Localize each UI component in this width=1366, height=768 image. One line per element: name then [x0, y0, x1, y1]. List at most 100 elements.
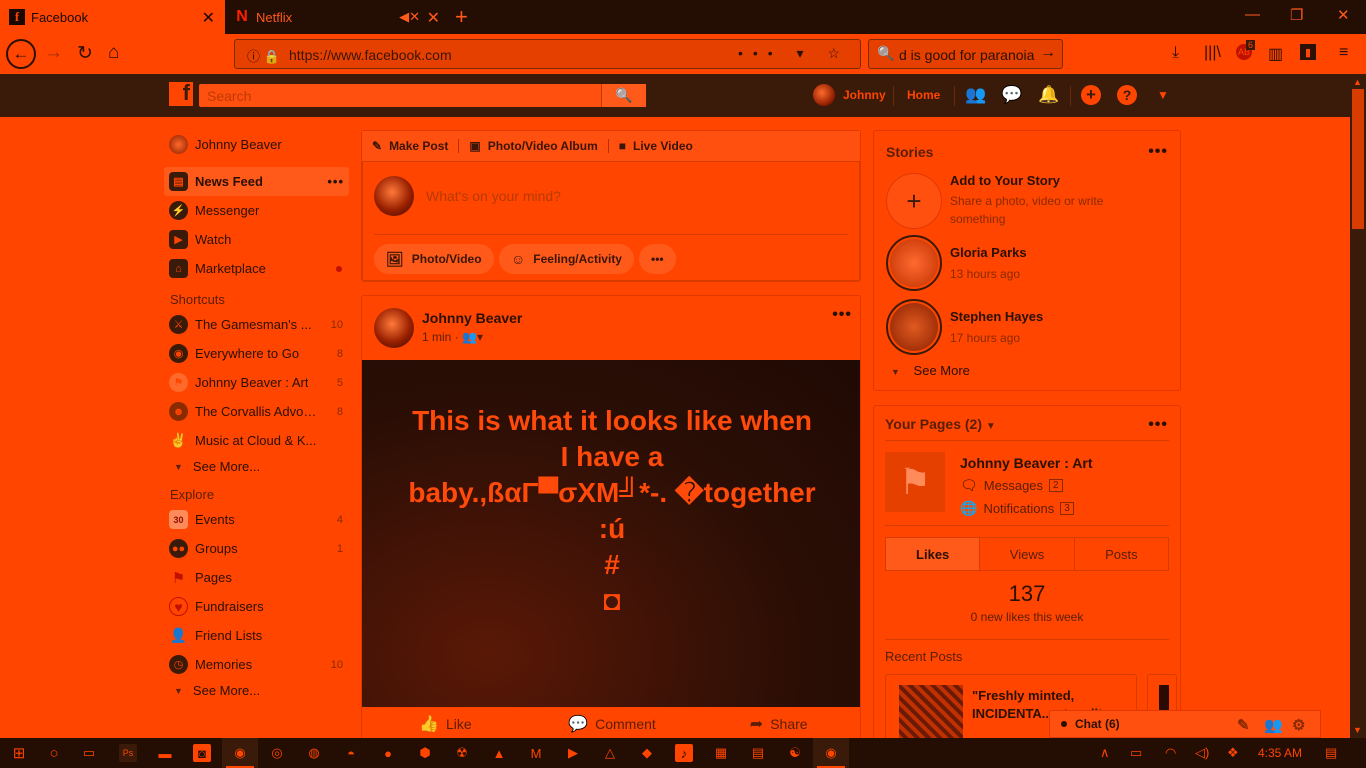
facebook-search[interactable] [199, 84, 601, 107]
feeling-activity-button[interactable]: ☺ Feeling/Activity [499, 244, 634, 274]
tab-photo-album[interactable]: ▣ Photo/Video Album [469, 139, 597, 153]
app-icon[interactable]: ▲ [490, 744, 508, 762]
story-item[interactable]: Gloria Parks 13 hours ago [886, 235, 1166, 291]
add-story[interactable]: + Add to Your Story Share a photo, video… [886, 173, 1166, 229]
app-icon[interactable]: ⬢ [416, 744, 434, 762]
home-link[interactable]: Home [907, 88, 940, 102]
scrollbar-thumb[interactable] [1352, 89, 1364, 229]
tab-posts[interactable]: Posts [1075, 538, 1168, 570]
page-name[interactable]: Johnny Beaver : Art [960, 455, 1093, 471]
menu-icon[interactable]: ≡ [1339, 44, 1348, 62]
facebook-logo-icon[interactable]: f [169, 80, 193, 106]
search-icon[interactable]: 🔍 [601, 84, 646, 107]
site-info-icon[interactable]: ⓘ 🔒 [247, 46, 280, 65]
app-icon[interactable]: ▦ [712, 744, 730, 762]
tab-netflix[interactable]: N Netflix ◀✕ ✕ [225, 0, 450, 34]
photoshop-icon[interactable]: Ps [119, 744, 137, 762]
restore-button[interactable]: ❐ [1290, 6, 1303, 24]
messenger-icon[interactable]: 💬 [1001, 85, 1022, 105]
create-icon[interactable]: + [1081, 85, 1101, 105]
tab-make-post[interactable]: ✎ Make Post [372, 139, 448, 153]
tab-views[interactable]: Views [980, 538, 1075, 570]
app-icon[interactable]: ♪ [675, 744, 693, 762]
sidebar-item-groups[interactable]: ●● Groups 1 [164, 534, 349, 563]
see-more-explore[interactable]: ▼ See More... [164, 679, 349, 702]
scroll-up-icon[interactable]: ▲ [1353, 77, 1362, 87]
sidebar-item-shortcut[interactable]: ☻ The Corvallis Advoc... 8 [164, 397, 349, 426]
audience-icon[interactable]: · 👥▾ [455, 330, 483, 344]
task-view-icon[interactable]: ▭ [80, 744, 98, 762]
stats-icon[interactable]: ▮ [1300, 44, 1316, 60]
share-button[interactable]: ➦ Share [695, 707, 860, 739]
help-icon[interactable]: ? [1117, 85, 1137, 105]
tab-facebook[interactable]: f Facebook ✕ [0, 0, 225, 34]
app-icon[interactable]: ▶ [564, 744, 582, 762]
app-icon[interactable]: ◙ [193, 744, 211, 762]
new-tab-button[interactable]: + [455, 4, 468, 30]
vlc-icon[interactable]: △ [601, 744, 619, 762]
action-center-icon[interactable]: ▤ [1325, 745, 1337, 761]
avatar[interactable] [374, 308, 414, 348]
home-button[interactable]: ⌂ [108, 42, 119, 64]
tab-likes[interactable]: Likes [886, 538, 981, 570]
windows-start-icon[interactable]: ⊞ [10, 744, 28, 762]
forward-button[interactable]: → [44, 42, 63, 64]
page-thumbnail[interactable]: ⚑ [885, 452, 945, 512]
download-icon[interactable]: ⤓ [1172, 44, 1179, 62]
page-notifications[interactable]: 🌐 Notifications 3 [960, 500, 1074, 517]
sidebar-item-messenger[interactable]: ⚡ Messenger [164, 196, 349, 225]
sidebar-item-shortcut[interactable]: ⚑ Johnny Beaver : Art 5 [164, 368, 349, 397]
scroll-down-icon[interactable]: ▼ [1353, 725, 1362, 735]
search-bar[interactable]: 🔍 d is good for paranoia → [868, 39, 1063, 69]
sidebar-item-news-feed[interactable]: ▤ News Feed ••• [164, 167, 349, 196]
profile-link[interactable]: Johnny [813, 84, 886, 106]
go-arrow-icon[interactable]: → [1040, 44, 1056, 62]
sidebar-item-pages[interactable]: ⚑ Pages [164, 563, 349, 592]
clock[interactable]: 4:35 AM [1258, 746, 1302, 760]
like-button[interactable]: 👍 Like [362, 707, 529, 739]
back-button[interactable]: ← [6, 39, 36, 69]
your-pages-heading[interactable]: Your Pages (2) ▼ [885, 416, 996, 432]
gear-icon[interactable]: ⚙ [1292, 716, 1305, 734]
sidebar-item-shortcut[interactable]: ⚔ The Gamesman's ... 10 [164, 310, 349, 339]
sidebar-item-events[interactable]: 30 Events 4 [164, 505, 349, 534]
more-options-icon[interactable]: ••• [832, 306, 852, 324]
photo-video-button[interactable]: 🖼 Photo/Video [374, 244, 494, 274]
new-group-icon[interactable]: 👥 [1264, 716, 1283, 734]
app-icon[interactable]: ◍ [305, 744, 323, 762]
post-time[interactable]: 1 min [422, 330, 451, 344]
sidebar-item-profile[interactable]: Johnny Beaver [164, 130, 349, 159]
cortana-icon[interactable]: ○ [45, 744, 63, 762]
reload-button[interactable]: ↻ [77, 42, 93, 65]
more-options-icon[interactable]: ••• [1148, 143, 1168, 161]
story-item[interactable]: Stephen Hayes 17 hours ago [886, 299, 1166, 355]
battery-icon[interactable]: ▭ [1130, 745, 1142, 761]
close-tab-icon[interactable]: ✕ [202, 8, 215, 28]
sidebar-item-shortcut[interactable]: ◉ Everywhere to Go 8 [164, 339, 349, 368]
url-bar[interactable]: ⓘ 🔒 https://www.facebook.com ••• ▾ ☆ [234, 39, 861, 69]
app-icon[interactable]: ☢ [453, 744, 471, 762]
page-scrollbar[interactable]: ▲ ▼ [1350, 74, 1366, 738]
compose-icon[interactable]: ✎ [1237, 716, 1250, 734]
speaker-muted-icon[interactable]: ◀✕ [399, 9, 420, 25]
app-icon[interactable]: ◓ [342, 744, 360, 762]
app-icon[interactable]: ☯ [786, 744, 804, 762]
sidebar-item-friend-lists[interactable]: 👤 Friend Lists [164, 621, 349, 650]
sidebar-icon[interactable]: ▥ [1268, 44, 1283, 64]
tray-expand-icon[interactable]: ∧ [1100, 745, 1110, 761]
notifications-icon[interactable]: 🔔 [1038, 85, 1059, 105]
account-menu-icon[interactable]: ▼ [1157, 88, 1169, 102]
more-options-icon[interactable]: ••• [1148, 416, 1168, 434]
close-window-button[interactable]: ✕ [1337, 6, 1350, 24]
firefox-icon[interactable]: ◉ [222, 738, 258, 768]
notepad-icon[interactable]: ▤ [749, 744, 767, 762]
composer-input[interactable]: What's on your mind? [426, 188, 561, 204]
see-more-shortcuts[interactable]: ▼ See More... [164, 455, 349, 478]
post-author[interactable]: Johnny Beaver [422, 310, 522, 326]
file-explorer-icon[interactable]: ▬ [156, 744, 174, 762]
chrome-icon[interactable]: ◎ [268, 744, 286, 762]
tab-live-video[interactable]: ■ Live Video [619, 139, 693, 153]
sidebar-item-marketplace[interactable]: ⌂ Marketplace [164, 254, 349, 283]
wifi-icon[interactable]: ◠ [1165, 745, 1176, 761]
volume-icon[interactable]: ◁) [1195, 745, 1209, 761]
